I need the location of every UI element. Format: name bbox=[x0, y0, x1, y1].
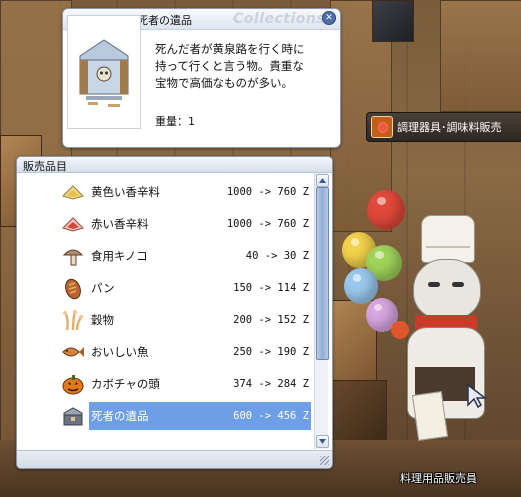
shop-item-name: パン bbox=[91, 281, 115, 295]
wooden-crate bbox=[372, 0, 414, 42]
shop-title: 販売品目 bbox=[23, 160, 67, 173]
wooden-beam bbox=[440, 0, 521, 112]
shop-item-price: 40 -> 30 Z bbox=[245, 250, 309, 262]
shop-titlebar[interactable]: 販売品目 bbox=[17, 157, 332, 173]
shop-item-name: 食用キノコ bbox=[91, 249, 148, 263]
shop-signboard-label: 調理器具･調味料販売 bbox=[397, 121, 502, 134]
arrow-up-icon bbox=[319, 178, 326, 183]
shop-item-name: 赤い香辛料 bbox=[91, 217, 149, 231]
shop-item-row[interactable]: 黄色い香辛料 1000 -> 760 Z bbox=[17, 176, 313, 208]
shop-scrollbar[interactable] bbox=[314, 173, 329, 449]
paper-scroll bbox=[411, 391, 449, 441]
shop-item-list[interactable]: 黄色い香辛料 1000 -> 760 Z 赤い香辛料 1000 -> 760 Z… bbox=[17, 173, 315, 449]
shop-item-price: 250 -> 190 Z bbox=[233, 346, 309, 358]
shop-item-row[interactable]: 食用キノコ 40 -> 30 Z bbox=[17, 240, 313, 272]
relic-chest-icon bbox=[63, 407, 83, 426]
item-description: 死んだ者が黄泉路を行く時に 持って行くと言う物。貴重な 宝物で高価なものが多い。 bbox=[155, 42, 305, 90]
bread-icon bbox=[65, 278, 81, 300]
item-weight: 重量：1 bbox=[155, 115, 195, 128]
close-icon[interactable]: ✕ bbox=[322, 11, 336, 25]
shop-item-row[interactable]: 穀物 200 -> 152 Z bbox=[17, 304, 313, 336]
shop-item-name: 黄色い香辛料 bbox=[91, 185, 160, 199]
shop-item-price: 150 -> 114 Z bbox=[233, 282, 309, 294]
shop-signboard[interactable]: 調理器具･調味料販売 bbox=[366, 112, 521, 142]
pumpkin-head-icon bbox=[62, 375, 84, 395]
red-spice-icon bbox=[62, 217, 84, 232]
shop-item-price: 200 -> 152 Z bbox=[233, 314, 309, 326]
scroll-up-button[interactable] bbox=[316, 174, 329, 187]
potion-icon bbox=[371, 116, 393, 138]
shop-item-row[interactable]: カボチャの頭 374 -> 284 Z bbox=[17, 368, 313, 400]
npc-name-label: 料理用品販売員 bbox=[400, 472, 477, 485]
scroll-thumb[interactable] bbox=[316, 187, 329, 360]
yellow-spice-icon bbox=[62, 185, 84, 200]
blue-balloon bbox=[344, 268, 378, 304]
wooden-crate bbox=[325, 380, 387, 442]
npc-head bbox=[413, 259, 481, 319]
shop-item-row-selected[interactable]: 死者の遺品 600 -> 456 Z bbox=[17, 400, 313, 432]
npc-eye bbox=[428, 282, 440, 287]
shop-item-name: 穀物 bbox=[91, 313, 114, 327]
grain-icon bbox=[63, 310, 83, 331]
resize-grip-icon[interactable] bbox=[320, 456, 329, 465]
shop-footer bbox=[17, 450, 332, 468]
item-info-window[interactable]: 死者の遺品 Collections ✕ 死んだ者が黄泉路を行く時に 持って行くと… bbox=[62, 8, 341, 148]
shop-item-row[interactable]: 赤い香辛料 1000 -> 760 Z bbox=[17, 208, 313, 240]
shop-list-window[interactable]: 販売品目 黄色い香辛料 1000 -> 760 Z 赤い香辛料 1000 -> … bbox=[16, 156, 333, 469]
shop-item-row[interactable]: おいしい魚 250 -> 190 Z bbox=[17, 336, 313, 368]
mushroom-icon bbox=[62, 249, 84, 266]
shop-item-name: おいしい魚 bbox=[91, 345, 149, 359]
shop-item-row[interactable]: パン 150 -> 114 Z bbox=[17, 272, 313, 304]
fish-icon bbox=[62, 347, 84, 357]
npc-eye bbox=[452, 282, 464, 287]
item-info-title: 死者の遺品 bbox=[137, 14, 192, 27]
mouse-cursor-icon bbox=[467, 383, 488, 409]
shop-item-price: 374 -> 284 Z bbox=[233, 378, 309, 390]
chef-cat-npc[interactable] bbox=[385, 215, 495, 445]
shop-item-price: 1000 -> 760 Z bbox=[226, 218, 309, 230]
tomato bbox=[391, 321, 409, 339]
collections-watermark: Collections bbox=[233, 11, 326, 27]
arrow-down-icon bbox=[319, 439, 326, 444]
shop-item-name: カボチャの頭 bbox=[91, 377, 160, 391]
item-illustration bbox=[67, 15, 141, 129]
shop-item-price: 1000 -> 760 Z bbox=[226, 186, 309, 198]
shop-item-price: 600 -> 456 Z bbox=[185, 402, 311, 430]
relic-chest-illustration bbox=[68, 16, 140, 128]
chef-hat bbox=[421, 215, 475, 263]
shop-item-name: 死者の遺品 bbox=[89, 402, 187, 430]
scroll-down-button[interactable] bbox=[316, 435, 329, 448]
